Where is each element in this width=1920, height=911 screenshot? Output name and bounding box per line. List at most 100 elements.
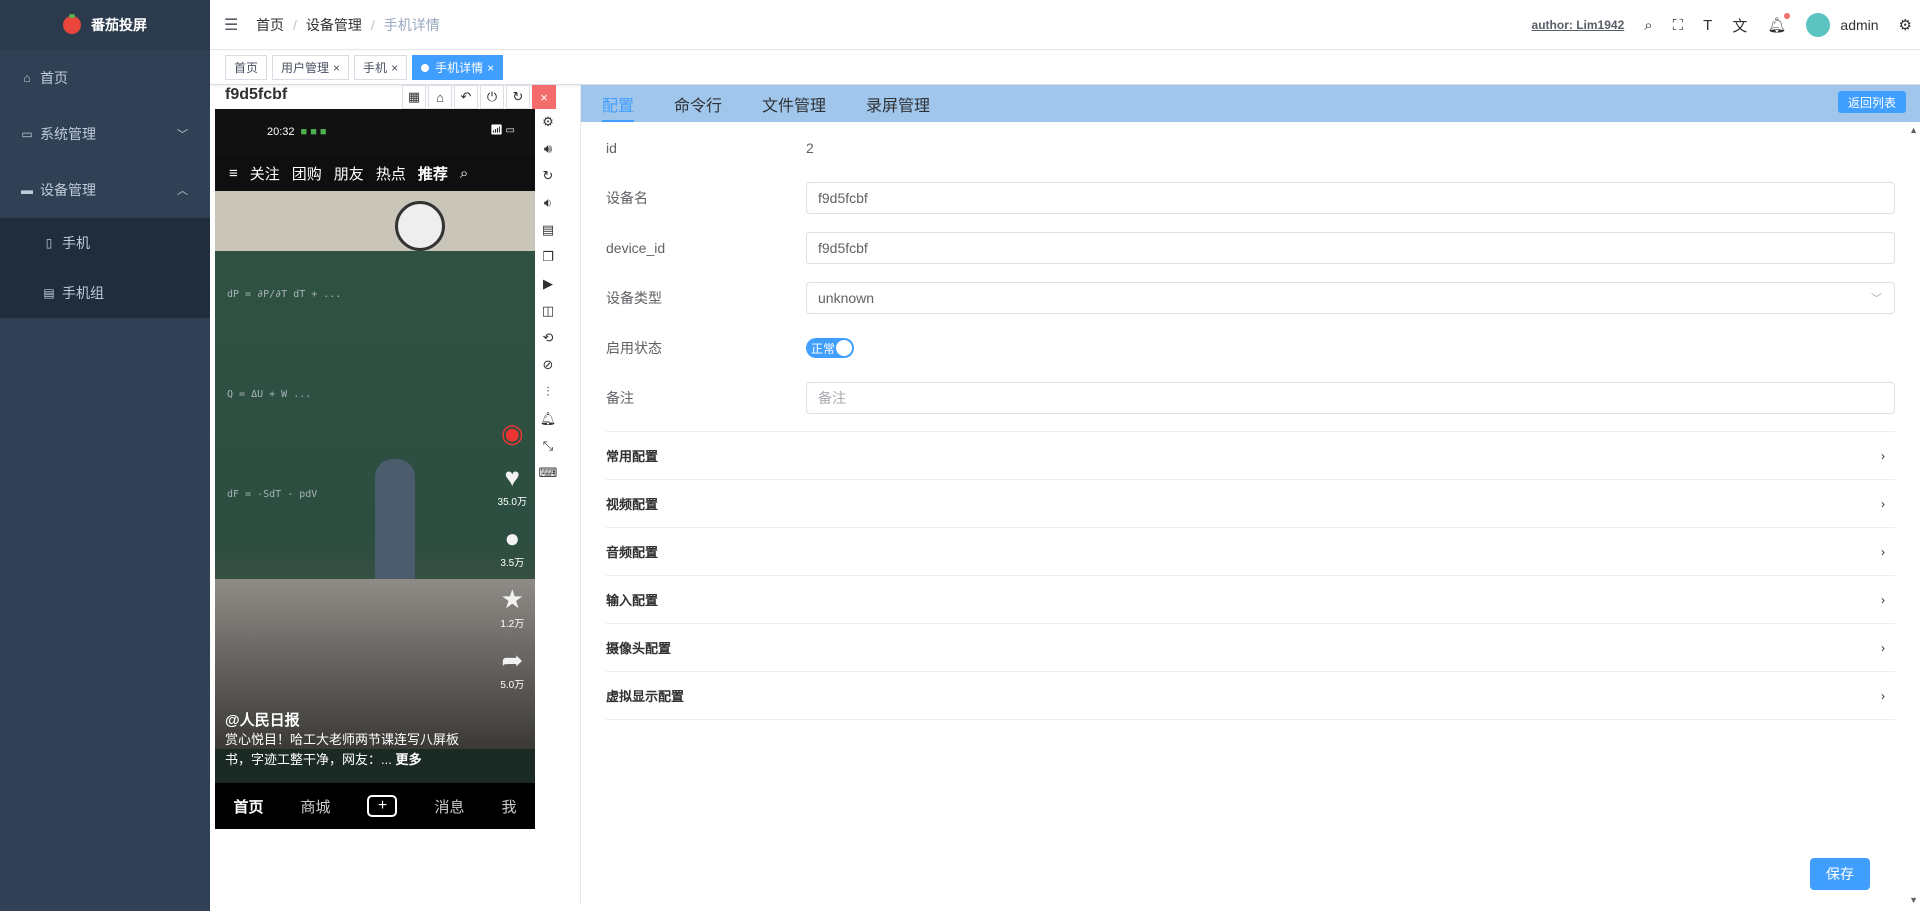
shrink-icon[interactable]: ⤡ (538, 436, 558, 456)
keyboard-icon[interactable]: ⌨ (538, 463, 558, 483)
back-icon[interactable]: ↶ (454, 85, 478, 109)
bottom-nav-home[interactable]: 首页 (233, 796, 263, 817)
chevron-down-icon: ﹀ (1871, 293, 1882, 305)
close-icon[interactable]: × (333, 61, 340, 75)
notification-dot (1784, 13, 1791, 19)
refresh-icon[interactable]: ↻ (506, 85, 530, 109)
wall-clock-image (395, 201, 445, 251)
tags-view: 首页 用户管理 × 手机 × 手机详情 × (210, 51, 1920, 85)
phone-screen[interactable]: 20:32 ■ ■ ■ 📶︎ ▭ ≡ 关注 团购 朋友 热点 推荐 ⌕ dP =… (215, 109, 535, 829)
section-input[interactable]: 输入配置 › (606, 576, 1895, 624)
bottom-nav-me[interactable]: 我 (501, 796, 516, 817)
back-to-list-button[interactable]: 返回列表 (1837, 91, 1906, 113)
sidebar-item-home[interactable]: ⌂ 首页 (0, 50, 210, 106)
author-link[interactable]: author: Lim1942 (1532, 18, 1625, 32)
video-author[interactable]: @人民日报 (225, 709, 465, 730)
screenshot-icon[interactable]: ◫ (538, 301, 558, 321)
save-button[interactable]: 保存 (1810, 858, 1870, 890)
bell-icon[interactable]: 🔔︎ (1767, 13, 1791, 34)
volume-down-icon[interactable]: 🔉︎ (538, 193, 558, 213)
close-icon[interactable]: × (391, 61, 398, 75)
camera-off-icon[interactable]: ⊘ (538, 355, 558, 375)
phone-top-nav: ≡ 关注 团购 朋友 热点 推荐 ⌕ (215, 155, 535, 191)
volume-up-icon[interactable]: 🔊︎ (538, 139, 558, 159)
section-audio[interactable]: 音频配置 › (606, 528, 1895, 576)
device-name-input[interactable]: f9d5fcbf (806, 182, 1895, 214)
top-nav-group-buy[interactable]: 团购 (292, 163, 322, 184)
section-common[interactable]: 常用配置 › (606, 432, 1895, 480)
scrollbar[interactable]: ▲ ▼ (1908, 123, 1920, 905)
copy-icon[interactable]: ❐ (538, 247, 558, 267)
comment-button[interactable]: ● 3.5万 (500, 524, 524, 569)
video-caption: @人民日报 赏心悦目！哈工大老师两节课连写八屏板书，字迹工整干净，网友：... … (225, 709, 465, 770)
like-count: 35.0万 (497, 497, 527, 508)
sidebar-item-system[interactable]: ▭ 系统管理 ﹀ (0, 106, 210, 162)
like-button[interactable]: ♥ 35.0万 (498, 463, 527, 508)
tab-shell[interactable]: 命令行 (674, 92, 722, 122)
section-virtual-display[interactable]: 虚拟显示配置 › (606, 672, 1895, 720)
share-count: 5.0万 (500, 680, 525, 691)
id-label: id (606, 140, 617, 156)
scroll-up-icon[interactable]: ▲ (1909, 125, 1918, 135)
more-link[interactable]: 更多 (395, 752, 421, 767)
breadcrumb-item-current: 手机详情 (383, 16, 440, 33)
phone-title: f9d5fcbf (225, 86, 288, 103)
tag-home[interactable]: 首页 (225, 55, 268, 80)
tag-label: 手机 (363, 61, 388, 75)
hamburger-icon[interactable]: ☰ (224, 15, 242, 35)
top-nav-hot[interactable]: 热点 (376, 163, 406, 184)
device-type-select[interactable]: unknown ﹀ (806, 282, 1895, 314)
gear-icon[interactable]: ⚙ (1899, 16, 1912, 34)
breadcrumb-item-home[interactable]: 首页 (256, 15, 284, 35)
section-camera[interactable]: 摄像头配置 › (606, 624, 1895, 672)
plus-icon[interactable]: + (367, 795, 398, 817)
tab-config[interactable]: 配置 (602, 92, 635, 122)
search-icon[interactable]: ⌕ (1644, 17, 1652, 34)
top-nav-follow[interactable]: 关注 (250, 163, 280, 184)
share-button[interactable]: ➦ 5.0万 (500, 646, 524, 691)
home-button-icon[interactable]: ⌂ (428, 85, 452, 109)
favorite-button[interactable]: ★ 1.2万 (500, 585, 524, 630)
tab-files[interactable]: 文件管理 (762, 92, 826, 122)
tag-phone-detail[interactable]: 手机详情 × (412, 55, 504, 80)
top-nav-friends[interactable]: 朋友 (334, 163, 364, 184)
fullscreen-icon[interactable]: ⛶ (1673, 17, 1684, 34)
star-icon: ★ (500, 584, 524, 614)
power-icon[interactable]: ⏻ (480, 85, 504, 109)
clipboard-icon[interactable]: ▤ (538, 220, 558, 240)
section-video[interactable]: 视频配置 › (606, 480, 1895, 528)
tab-recordings[interactable]: 录屏管理 (866, 92, 930, 122)
device-type-value: unknown (818, 290, 875, 306)
sidebar: 番茄投屏 ⌂ 首页 ▭ 系统管理 ﹀ ▬ 设备管理 ︿ ▯ 手机 ▤ 手机组 (0, 0, 210, 911)
rotate-screen-icon[interactable]: ⟲ (538, 328, 558, 348)
search-icon[interactable]: ⌕ (460, 165, 468, 182)
close-icon[interactable]: × (532, 85, 556, 109)
grid-icon[interactable]: ▦ (402, 85, 426, 109)
device-id-input[interactable]: f9d5fcbf (806, 232, 1895, 264)
video-record-icon[interactable]: ▶ (538, 274, 558, 294)
app-logo[interactable]: 番茄投屏 (0, 0, 210, 50)
tag-phone[interactable]: 手机 × (354, 55, 408, 80)
close-icon[interactable]: × (487, 61, 494, 75)
bottom-nav-mall[interactable]: 商城 (300, 796, 330, 817)
scroll-down-icon[interactable]: ▼ (1909, 895, 1918, 905)
breadcrumb-item-device[interactable]: 设备管理 (306, 15, 362, 35)
tag-user-manage[interactable]: 用户管理 × (272, 55, 350, 80)
rotate-icon[interactable]: ↻ (538, 166, 558, 186)
bell-icon[interactable]: 🔔︎ (538, 409, 558, 429)
menu-icon[interactable]: ≡ (229, 165, 238, 182)
author-avatar[interactable]: ◉ (501, 419, 524, 447)
adjust-icon[interactable]: ⫶ (538, 382, 558, 402)
translate-icon[interactable]: 文 (1732, 15, 1747, 36)
top-nav-recommend[interactable]: 推荐 (418, 163, 448, 184)
remark-input[interactable]: 备注 (806, 382, 1895, 414)
settings-icon[interactable]: ⚙ (538, 112, 558, 132)
sidebar-item-phone[interactable]: ▯ 手机 (0, 218, 210, 268)
user-menu[interactable]: admin (1806, 13, 1879, 37)
bottom-nav-messages[interactable]: 消息 (434, 796, 464, 817)
status-toggle[interactable]: 正常 (806, 338, 854, 358)
font-size-icon[interactable]: T (1703, 17, 1712, 34)
sidebar-item-phone-group[interactable]: ▤ 手机组 (0, 268, 210, 318)
chevron-right-icon: › (1881, 640, 1885, 655)
sidebar-item-device[interactable]: ▬ 设备管理 ︿ (0, 162, 210, 218)
